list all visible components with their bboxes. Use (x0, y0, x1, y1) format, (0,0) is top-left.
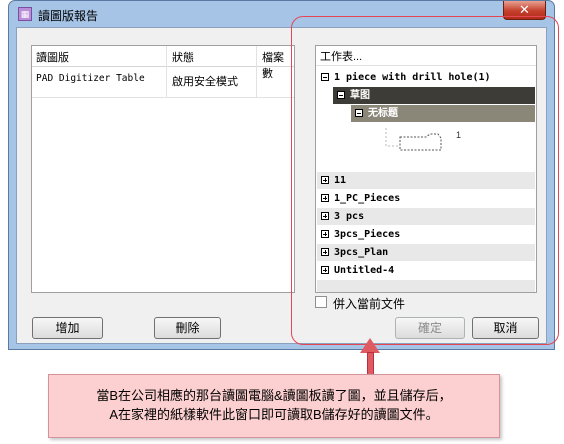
device-cell: PAD Digitizer Table (36, 73, 145, 84)
column-header-device[interactable]: 讀圖版 (36, 49, 69, 65)
tree-node-root[interactable]: 1 piece with drill hole(1) (321, 69, 491, 86)
close-button[interactable]: ✕ (503, 1, 546, 20)
delete-button[interactable]: 刪除 (154, 317, 221, 339)
collapse-icon[interactable] (321, 73, 329, 81)
tree-row-stripe (317, 172, 535, 189)
tree-node-item[interactable]: 11 (321, 172, 346, 189)
callout-line-2: A在家裡的紙樣軟件此窗口即可讀取B儲存好的讀圖文件。 (109, 407, 439, 422)
tree-header: 工作表... (320, 51, 363, 63)
column-divider (256, 46, 257, 98)
tree-header-divider (316, 65, 536, 66)
dialog-body: 讀圖版 狀態 檔案數 PAD Digitizer Table 啟用安全模式 增加… (16, 27, 547, 344)
tree-row-stripe (317, 280, 535, 292)
app-icon: ▦ (18, 7, 32, 21)
worksheet-tree[interactable]: 工作表... 1 piece with drill hole(1) 草图 无标题… (315, 45, 537, 293)
thumbnail-connector (385, 128, 400, 147)
window-title: 讀圖版報告 (38, 9, 99, 23)
status-cell: 啟用安全模式 (172, 76, 238, 88)
tree-node-item[interactable]: 3 pcs (321, 208, 364, 225)
column-divider (166, 46, 167, 98)
expand-icon[interactable] (321, 230, 329, 238)
tree-node-item[interactable]: 3pcs_Pieces (321, 226, 400, 243)
digitizer-table[interactable]: 讀圖版 狀態 檔案數 PAD Digitizer Table 啟用安全模式 (31, 45, 295, 293)
callout-line-1: 當B在公司相應的那台讀圖電腦&讀圖板讀了圖，並且儲存后， (96, 388, 452, 403)
collapse-icon[interactable] (355, 109, 363, 117)
expand-icon[interactable] (321, 176, 329, 184)
title-bar[interactable]: ▦ 讀圖版報告 ✕ (9, 1, 554, 27)
tree-node-sketch-label: 草图 (337, 87, 370, 104)
column-header-files[interactable]: 檔案數 (262, 49, 294, 81)
annotation-arrow-head (360, 338, 380, 353)
merge-checkbox-label[interactable]: 併入當前文件 (333, 295, 405, 312)
tree-node-item[interactable]: Untitled-4 (321, 262, 394, 279)
tree-node-item[interactable]: 1_PC_Pieces (321, 190, 400, 207)
column-header-status[interactable]: 狀態 (172, 49, 194, 65)
dialog-window: ▦ 讀圖版報告 ✕ 讀圖版 狀態 檔案數 PAD Digitizer Table… (8, 0, 555, 350)
merge-checkbox[interactable] (315, 296, 327, 308)
collapse-icon[interactable] (337, 91, 345, 99)
table-header: 讀圖版 狀態 檔案數 (32, 46, 294, 80)
expand-icon[interactable] (321, 212, 329, 220)
expand-icon[interactable] (321, 194, 329, 202)
cancel-button[interactable]: 取消 (472, 317, 539, 339)
annotation-arrow (367, 352, 374, 376)
tree-node-sketch[interactable]: 草图 (333, 87, 535, 104)
row-divider (32, 97, 294, 98)
expand-icon[interactable] (321, 248, 329, 256)
ok-button[interactable]: 確定 (395, 317, 465, 339)
tree-node-untitled-label: 无标题 (355, 105, 398, 122)
tree-node-item[interactable]: 3pcs_Plan (321, 244, 388, 261)
piece-thumbnail[interactable]: 1 (376, 124, 476, 164)
thumbnail-label: 1 (456, 130, 461, 140)
add-button[interactable]: 增加 (32, 317, 103, 339)
piece-outline (399, 133, 442, 151)
expand-icon[interactable] (321, 266, 329, 274)
tree-node-untitled[interactable]: 无标题 (351, 105, 535, 122)
annotation-callout: 當B在公司相應的那台讀圖電腦&讀圖板讀了圖，並且儲存后， A在家裡的紙樣軟件此窗… (48, 374, 500, 438)
